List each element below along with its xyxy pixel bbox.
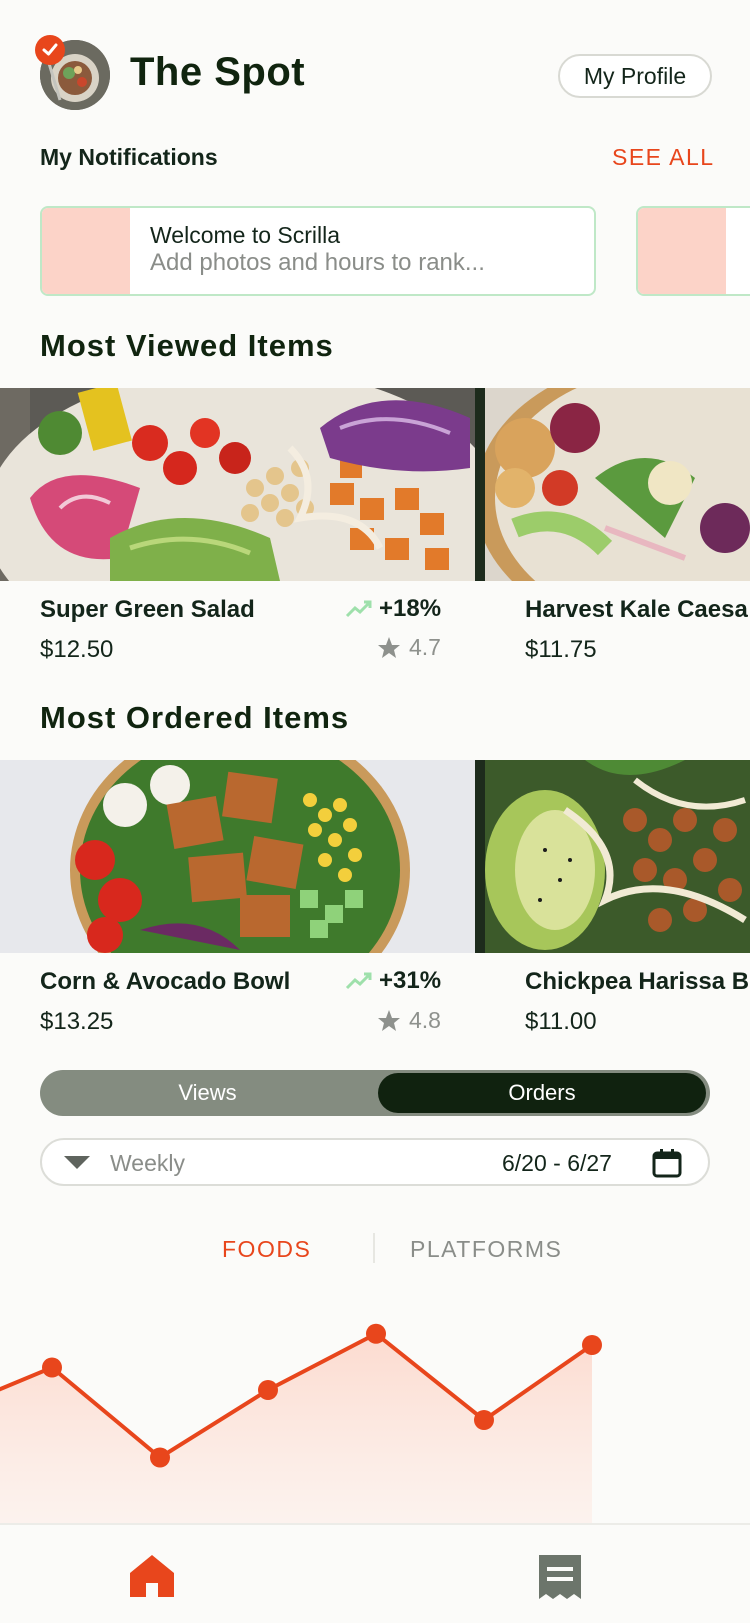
item-name: Chickpea Harissa B — [525, 968, 750, 995]
item-price: $12.50 — [40, 636, 114, 663]
trend-indicator: +18% — [345, 595, 441, 623]
trend-value: +31% — [379, 967, 442, 994]
home-icon — [130, 1555, 174, 1597]
views-orders-toggle: Views Orders — [40, 1070, 710, 1116]
harvest-kale-caesar-image[interactable] — [485, 388, 750, 581]
tab-foods[interactable]: FOODS — [222, 1236, 311, 1263]
item-name: Corn & Avocado Bowl — [40, 968, 291, 995]
tab-platforms[interactable]: PLATFORMS — [410, 1236, 562, 1263]
nav-orders[interactable] — [537, 1553, 583, 1606]
notification-subtitle: Add photos and hours to rank... — [150, 249, 485, 276]
chart-point — [42, 1357, 62, 1378]
notifications-heading: My Notifications — [40, 144, 218, 170]
verified-check-icon — [35, 35, 65, 65]
chart-area — [0, 1333, 592, 1530]
chart-point — [258, 1380, 278, 1400]
my-profile-button[interactable]: My Profile — [558, 54, 712, 98]
period-filter[interactable]: Weekly 6/20 - 6/27 — [40, 1138, 710, 1186]
most-ordered-heading: Most Ordered Items — [40, 700, 350, 735]
trending-up-icon — [345, 972, 372, 990]
rating-value: 4.8 — [409, 1007, 441, 1033]
chickpea-harissa-bowl-image[interactable] — [485, 760, 750, 953]
most-viewed-heading: Most Viewed Items — [40, 328, 334, 363]
trending-up-icon — [345, 600, 372, 618]
chart-point — [366, 1323, 386, 1344]
calendar-icon — [652, 1149, 682, 1178]
notification-card[interactable]: Welcome to Scrilla Add photos and hours … — [40, 206, 596, 296]
item-price: $13.25 — [40, 1008, 114, 1035]
star-icon — [378, 1009, 400, 1031]
orders-chart — [0, 1323, 602, 1530]
triangle-down-icon — [64, 1156, 90, 1169]
card-separator — [475, 388, 485, 581]
item-price: $11.75 — [525, 636, 597, 663]
star-icon — [378, 636, 400, 658]
chart-point — [474, 1410, 494, 1430]
restaurant-title: The Spot — [130, 50, 306, 94]
date-range: 6/20 - 6/27 — [502, 1150, 612, 1176]
orders-toggle-option[interactable]: Orders — [378, 1073, 706, 1113]
tab-divider — [373, 1233, 375, 1263]
receipt-icon — [539, 1555, 581, 1599]
item-price: $11.00 — [525, 1008, 597, 1035]
notification-title: Welcome to Scrilla — [150, 222, 341, 248]
views-toggle-option[interactable]: Views — [40, 1070, 375, 1116]
card-separator — [475, 760, 485, 953]
trend-value: +18% — [379, 595, 442, 622]
notification-thumbnail — [638, 208, 726, 294]
corn-avocado-bowl-image[interactable] — [0, 760, 475, 953]
period-select[interactable]: Weekly — [110, 1150, 185, 1177]
notification-thumbnail — [42, 208, 130, 294]
rating-value: 4.7 — [409, 634, 441, 660]
notification-card-partial[interactable] — [636, 206, 750, 296]
bottom-navigation — [0, 1523, 750, 1623]
rating: 4.8 — [377, 1007, 441, 1034]
nav-home[interactable] — [128, 1553, 176, 1604]
chart-point — [582, 1335, 602, 1355]
item-name: Super Green Salad — [40, 596, 255, 623]
chart-point — [150, 1447, 170, 1468]
rating: 4.7 — [377, 634, 441, 661]
trend-indicator: +31% — [345, 967, 441, 995]
see-all-link[interactable]: SEE ALL — [612, 144, 715, 171]
super-green-salad-image[interactable] — [0, 388, 475, 581]
item-name: Harvest Kale Caesa — [525, 596, 748, 623]
